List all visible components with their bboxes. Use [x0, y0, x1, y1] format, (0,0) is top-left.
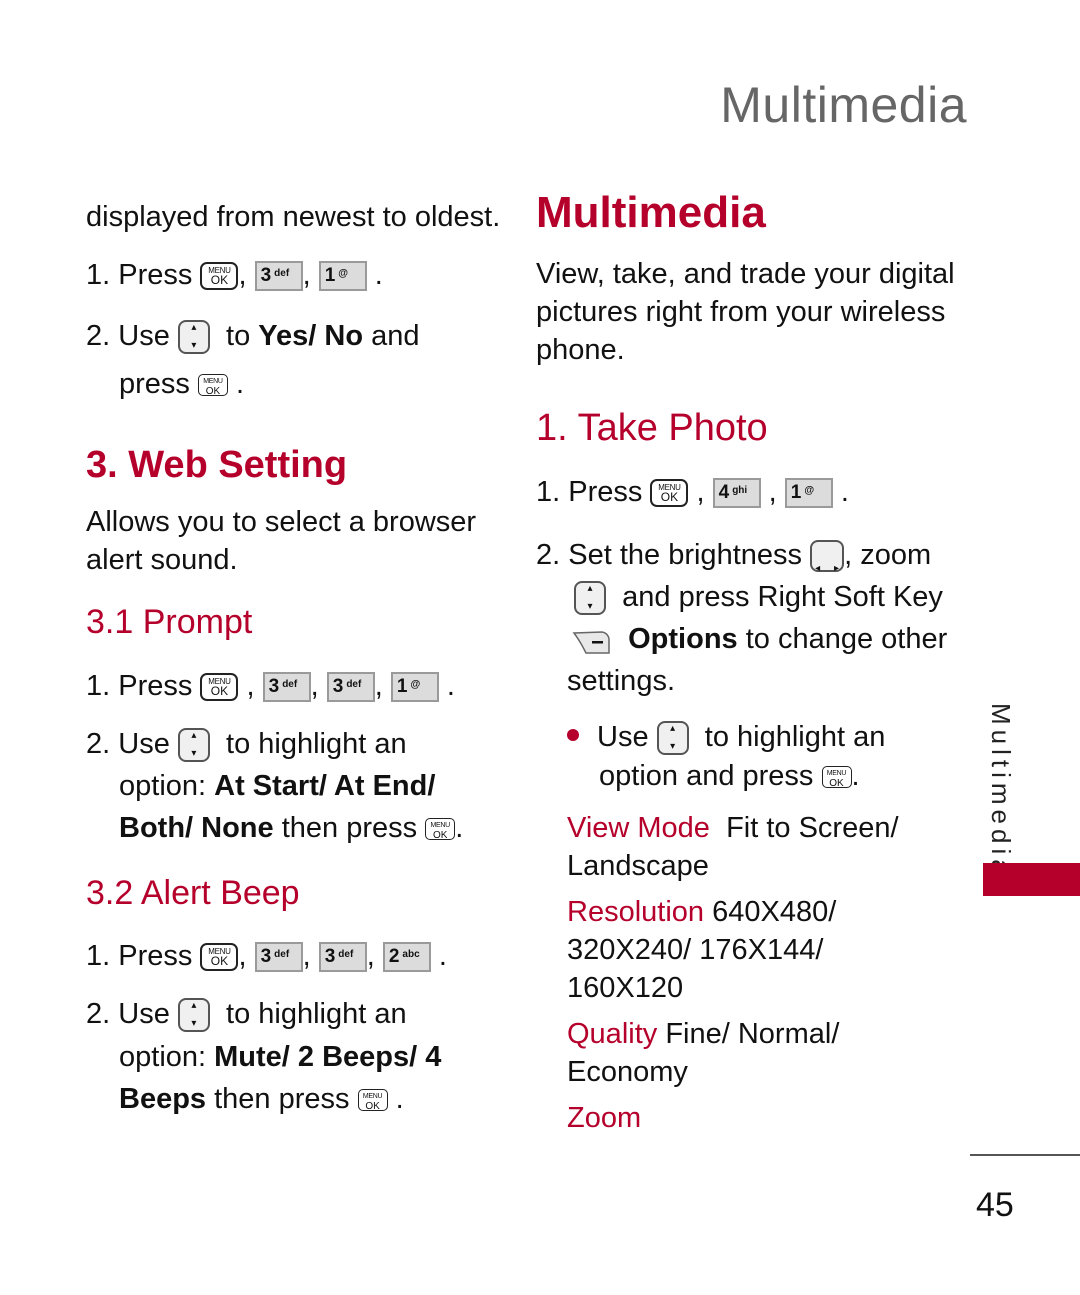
web-setting-desc-2: alert sound.	[86, 544, 238, 576]
intro-step-2-cont: press MENU OK .	[119, 368, 245, 400]
option-zoom: Zoom	[567, 1102, 642, 1134]
alert-beep-step-2-line2: option: Mute/ 2 Beeps/ 4	[119, 1041, 442, 1073]
running-head: Multimedia	[720, 77, 967, 133]
multimedia-heading: Multimedia	[536, 188, 766, 237]
take-photo-bullet-line2: option and press MENU OK.	[599, 760, 860, 792]
bullet-icon	[567, 729, 579, 742]
option-view-mode-line2: Landscape	[567, 850, 709, 882]
right-soft-key-icon	[572, 627, 612, 655]
prompt-step-1: 1. Press MENU OK , 3 def, 3 def, 1 @ .	[86, 670, 455, 703]
page-number: 45	[976, 1186, 1014, 1224]
menu-ok-key-icon: MENU OK	[200, 673, 239, 702]
nav-up-down-key-icon	[177, 320, 210, 355]
take-photo-step-1: 1. Press MENU OK , 4 ghi , 1 @ .	[536, 476, 849, 509]
key-3-icon: 3 def	[318, 942, 367, 973]
intro-step-1: 1. Press MENU OK, 3 def, 1 @ .	[86, 259, 383, 292]
option-view-mode: View Mode Fit to Screen/	[567, 812, 899, 844]
web-setting-desc-1: Allows you to select a browser	[86, 506, 477, 538]
nav-up-down-key-icon	[177, 998, 210, 1033]
option-resolution-line3: 160X120	[567, 972, 684, 1004]
prompt-step-2: 2. Use to highlight an	[86, 725, 407, 763]
step-text: Press	[118, 259, 193, 291]
web-setting-heading: 3. Web Setting	[86, 444, 348, 486]
take-photo-bullet: Use to highlight an	[567, 718, 885, 756]
footer-rule	[970, 1154, 1080, 1156]
prompt-heading: 3.1 Prompt	[86, 603, 253, 641]
key-3-icon: 3 def	[254, 942, 303, 973]
option-quality-line2: Economy	[567, 1056, 688, 1088]
side-tab-marker	[983, 863, 1080, 896]
take-photo-step-2-line2: and press Right Soft Key	[574, 578, 943, 616]
option-quality: Quality Fine/ Normal/	[567, 1018, 840, 1050]
take-photo-step-2: 2. Set the brightness , zoom	[536, 536, 931, 588]
option-resolution: Resolution 640X480/	[567, 896, 837, 928]
multimedia-desc-3: phone.	[536, 334, 625, 366]
option-resolution-line2: 320X240/ 176X144/	[567, 934, 824, 966]
alert-beep-heading: 3.2 Alert Beep	[86, 874, 300, 912]
prompt-step-2-line2: option: At Start/ At End/	[119, 770, 436, 802]
take-photo-step-2-line4: settings.	[567, 665, 675, 697]
menu-ok-key-icon: MENU OK	[425, 818, 456, 841]
key-1-icon: 1 @	[318, 261, 367, 292]
key-4-icon: 4 ghi	[712, 478, 761, 509]
nav-left-right-key-icon	[810, 540, 845, 588]
side-tab-label: Multimedia	[986, 703, 1016, 879]
key-2-icon: 2 abc	[382, 942, 431, 973]
menu-ok-key-icon: MENU OK	[650, 479, 689, 508]
key-3-icon: 3 def	[326, 672, 375, 703]
key-3-icon: 3 def	[262, 672, 311, 703]
alert-beep-step-1: 1. Press MENU OK, 3 def, 3 def, 2 abc .	[86, 940, 447, 973]
menu-ok-key-icon: MENU OK	[200, 262, 239, 291]
nav-up-down-key-icon	[574, 581, 606, 616]
menu-ok-key-icon: MENU OK	[357, 1089, 388, 1112]
multimedia-desc-2: pictures right from your wireless	[536, 296, 946, 328]
key-3-icon: 3 def	[254, 261, 303, 292]
multimedia-desc-1: View, take, and trade your digital	[536, 258, 955, 290]
take-photo-heading: 1. Take Photo	[536, 407, 768, 449]
nav-up-down-key-icon	[656, 721, 689, 756]
menu-ok-key-icon: MENU OK	[821, 766, 852, 789]
step-number: 1.	[86, 259, 111, 291]
nav-up-down-key-icon	[177, 728, 210, 763]
key-1-icon: 1 @	[390, 672, 439, 703]
menu-ok-key-icon: MENU OK	[200, 943, 239, 972]
alert-beep-step-2-line3: Beeps then press MENU OK .	[119, 1083, 404, 1115]
alert-beep-step-2: 2. Use to highlight an	[86, 995, 407, 1033]
take-photo-step-2-line3: Options to change other	[572, 620, 947, 658]
prompt-step-2-line3: Both/ None then press MENU OK.	[119, 812, 464, 844]
menu-ok-key-icon: MENU OK	[197, 374, 228, 397]
intro-text: displayed from newest to oldest.	[86, 201, 501, 233]
key-1-icon: 1 @	[784, 478, 833, 509]
intro-step-2: 2. Use to Yes/ No and	[86, 317, 420, 355]
